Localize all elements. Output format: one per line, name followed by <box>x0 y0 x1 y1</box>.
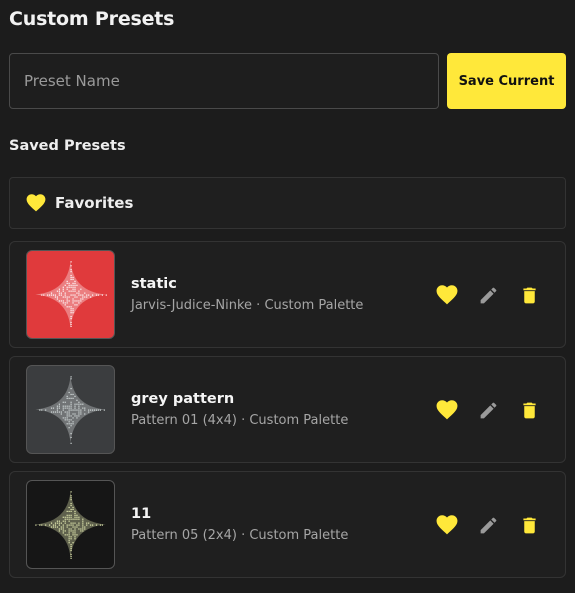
heart-icon <box>26 194 46 212</box>
preset-subtitle: Jarvis-Judice-Ninke · Custom Palette <box>131 298 364 313</box>
favorites-label: Favorites <box>55 194 134 212</box>
preset-name: 11 <box>131 506 152 522</box>
saved-presets-heading: Saved Presets <box>9 138 126 154</box>
favorite-heart-icon[interactable] <box>436 514 458 536</box>
preset-card[interactable]: grey pattern Pattern 01 (4x4) · Custom P… <box>9 356 566 463</box>
edit-pencil-icon[interactable] <box>477 514 499 536</box>
preset-card[interactable]: static Jarvis-Judice-Ninke · Custom Pale… <box>9 241 566 348</box>
preset-name-input[interactable] <box>9 53 439 109</box>
preset-thumbnail <box>26 365 115 454</box>
edit-pencil-icon[interactable] <box>477 284 499 306</box>
favorite-heart-icon[interactable] <box>436 399 458 421</box>
page-title: Custom Presets <box>9 8 175 30</box>
sparkle-star-icon <box>35 376 106 444</box>
sparkle-star-icon <box>35 491 106 559</box>
preset-subtitle: Pattern 05 (2x4) · Custom Palette <box>131 528 349 543</box>
edit-pencil-icon[interactable] <box>477 399 499 421</box>
preset-name: static <box>131 276 177 292</box>
preset-subtitle: Pattern 01 (4x4) · Custom Palette <box>131 413 349 428</box>
delete-trash-icon[interactable] <box>518 514 540 536</box>
delete-trash-icon[interactable] <box>518 399 540 421</box>
favorites-filter[interactable]: Favorites <box>9 177 566 229</box>
preset-card[interactable]: 11 Pattern 05 (2x4) · Custom Palette <box>9 471 566 578</box>
sparkle-star-icon <box>35 261 107 328</box>
favorite-heart-icon[interactable] <box>436 284 458 306</box>
delete-trash-icon[interactable] <box>518 284 540 306</box>
save-current-button[interactable]: Save Current <box>447 53 566 109</box>
preset-name: grey pattern <box>131 391 235 407</box>
preset-thumbnail <box>26 480 115 569</box>
preset-thumbnail <box>26 250 115 339</box>
